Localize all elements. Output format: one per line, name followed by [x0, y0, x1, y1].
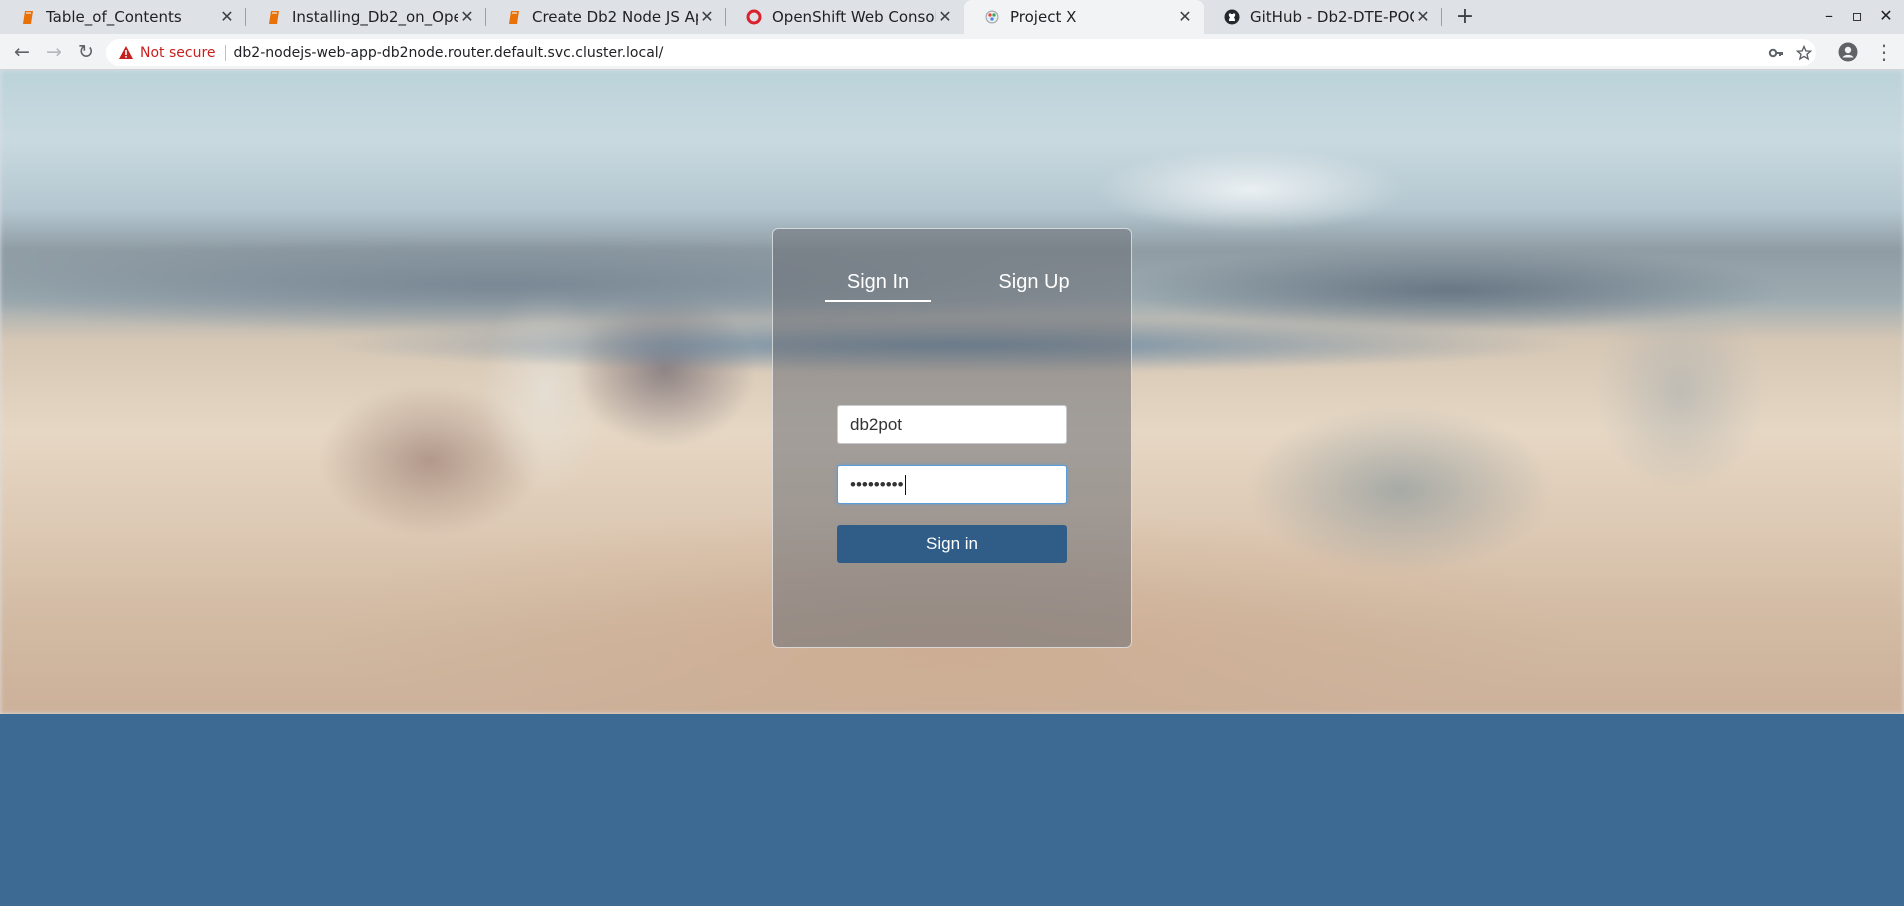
close-tab-icon[interactable]: ✕	[218, 8, 236, 26]
username-value: db2pot	[850, 414, 902, 434]
tab-github[interactable]: GitHub - Db2-DTE-POC/db ✕	[1204, 0, 1442, 34]
login-card: Sign In Sign Up db2pot ••••••••• Sign in	[772, 228, 1132, 648]
profile-avatar-icon[interactable]	[1838, 42, 1858, 62]
tab-openshift-console[interactable]: OpenShift Web Console ✕	[726, 0, 964, 34]
close-tab-icon[interactable]: ✕	[1176, 8, 1194, 26]
address-bar[interactable]: Not secure db2-nodejs-web-app-db2node.ro…	[106, 39, 1816, 66]
minimize-button[interactable]: –	[1814, 0, 1844, 34]
project-icon	[984, 9, 1000, 25]
password-input[interactable]: •••••••••	[837, 465, 1067, 504]
tab-project-x[interactable]: Project X ✕	[964, 0, 1204, 34]
document-icon	[20, 9, 36, 25]
tab-separator	[1441, 8, 1442, 26]
close-window-button[interactable]: ✕	[1871, 0, 1901, 34]
key-icon[interactable]	[1768, 45, 1784, 61]
url-text[interactable]: db2-nodejs-web-app-db2node.router.defaul…	[234, 45, 664, 61]
star-icon[interactable]	[1795, 44, 1813, 61]
forward-button[interactable]: →	[40, 38, 68, 66]
close-tab-icon[interactable]: ✕	[1414, 8, 1432, 26]
warning-icon	[118, 45, 134, 61]
tab-sign-up[interactable]: Sign Up	[981, 271, 1087, 294]
tab-title: Table_of_Contents	[46, 8, 182, 26]
text-caret	[904, 474, 906, 495]
browser-menu-button[interactable]: ⋮	[1874, 40, 1894, 64]
github-icon	[1224, 9, 1240, 25]
openshift-icon	[746, 9, 762, 25]
tab-create-db2-node[interactable]: Create Db2 Node JS Applic ✕	[486, 0, 726, 34]
close-tab-icon[interactable]: ✕	[936, 8, 954, 26]
page-content: Sign In Sign Up db2pot ••••••••• Sign in	[0, 70, 1904, 906]
tab-title: Create Db2 Node JS Applic	[532, 8, 698, 26]
browser-toolbar: ← → ↻ Not secure db2-nodejs-web-app-db2n…	[0, 34, 1904, 70]
tab-installing-db2[interactable]: Installing_Db2_on_Opensh ✕	[246, 0, 486, 34]
new-tab-button[interactable]: +	[1452, 4, 1478, 30]
close-tab-icon[interactable]: ✕	[458, 8, 476, 26]
close-tab-icon[interactable]: ✕	[698, 8, 716, 26]
reload-button[interactable]: ↻	[72, 38, 100, 66]
tab-sign-in[interactable]: Sign In	[825, 271, 931, 302]
username-input[interactable]: db2pot	[837, 405, 1067, 444]
tab-title: OpenShift Web Console	[772, 8, 936, 26]
tab-title: Installing_Db2_on_Opensh	[292, 8, 458, 26]
password-mask: •••••••••	[850, 474, 904, 494]
sign-in-button[interactable]: Sign in	[837, 525, 1067, 563]
omnibox-divider	[224, 44, 226, 61]
tab-strip: Table_of_Contents ✕ Installing_Db2_on_Op…	[0, 0, 1904, 34]
back-button[interactable]: ←	[8, 38, 36, 66]
security-status[interactable]: Not secure	[140, 45, 216, 61]
tab-title: Project X	[1010, 8, 1077, 26]
tab-table-of-contents[interactable]: Table_of_Contents ✕	[0, 0, 246, 34]
maximize-button[interactable]: ▫	[1842, 0, 1872, 34]
tab-title: GitHub - Db2-DTE-POC/db	[1250, 8, 1414, 26]
document-icon	[506, 9, 522, 25]
document-icon	[266, 9, 282, 25]
footer-band	[0, 714, 1904, 906]
